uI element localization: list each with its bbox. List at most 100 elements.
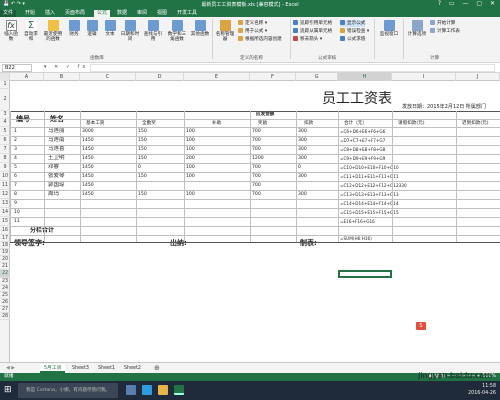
sheet-tab[interactable]: Sheet1: [94, 364, 119, 373]
employee-name[interactable]: 张爱琴: [48, 173, 65, 180]
base-salary-cell[interactable]: 1450: [82, 191, 94, 198]
sub-header[interactable]: 迟到扣款(元): [462, 120, 489, 127]
row-header[interactable]: 3: [0, 111, 10, 119]
row-header[interactable]: 9: [0, 163, 10, 172]
header-gross-pay[interactable]: 应发金额: [256, 111, 274, 118]
column-header[interactable]: G: [296, 73, 338, 81]
row-header[interactable]: 19: [0, 249, 10, 256]
attendance-bonus-cell[interactable]: 150: [138, 191, 147, 198]
row-header[interactable]: 23: [0, 278, 10, 285]
row-header[interactable]: 17: [0, 235, 10, 242]
row-header[interactable]: 15: [0, 217, 10, 226]
row-header[interactable]: 22: [0, 270, 10, 278]
employee-name[interactable]: 马莲丽: [48, 128, 65, 135]
column-header-selected[interactable]: H: [338, 73, 392, 81]
total-formula-cell[interactable]: =D7+C7+E7+F7+G7: [340, 137, 385, 144]
column-header[interactable]: E: [184, 73, 250, 81]
name-box[interactable]: B22: [2, 64, 32, 72]
tab-data[interactable]: 数据: [114, 10, 130, 17]
row-header[interactable]: 1: [0, 81, 10, 89]
sub-header[interactable]: 基本工资: [86, 120, 104, 127]
row-header[interactable]: 26: [0, 299, 10, 306]
window-controls[interactable]: ? ▭ — ▢ ✕: [438, 0, 498, 7]
employee-number[interactable]: 8: [14, 191, 17, 198]
row-header[interactable]: 4: [0, 119, 10, 127]
attendance-bonus-cell[interactable]: 150: [138, 155, 147, 162]
tab-file[interactable]: 文件: [0, 10, 17, 17]
allowance-cell[interactable]: 100: [186, 164, 195, 171]
total-formula-cell[interactable]: =C13+D13+E13+F13+G13: [340, 191, 399, 198]
row-header[interactable]: 14: [0, 208, 10, 217]
tab-page-layout[interactable]: 页面布局: [62, 10, 88, 17]
tab-view[interactable]: 视图: [154, 10, 170, 17]
trace-dependents-button[interactable]: 追踪从属单元格: [293, 28, 332, 35]
row-header[interactable]: 13: [0, 199, 10, 208]
file-explorer-icon[interactable]: [158, 385, 168, 395]
employee-number[interactable]: 4: [14, 155, 17, 162]
base-salary-cell[interactable]: 1450: [82, 182, 94, 189]
evaluate-formula-button[interactable]: 公式求值: [340, 36, 365, 43]
calculate-now-button[interactable]: 开始计算: [430, 20, 455, 27]
sheet-title[interactable]: 员工工资表: [322, 90, 392, 108]
deduction-cell[interactable]: 300: [298, 137, 307, 144]
autosum-button[interactable]: Σ 自动求和: [22, 20, 40, 42]
tab-home[interactable]: 开始: [22, 10, 38, 17]
worksheet-grid[interactable]: A B C D E F G H I J 1 2 3 4 5 6 7 8 9 10 11 12 13 14 1…: [0, 73, 500, 362]
allowance-cell[interactable]: 100: [186, 173, 195, 180]
base-salary-cell[interactable]: 1450: [82, 173, 94, 180]
employee-name[interactable]: 郭国琼: [48, 182, 65, 189]
total-formula-cell[interactable]: =E16+F16+G16: [340, 218, 375, 225]
calc-options-button[interactable]: 计算选项: [406, 20, 428, 37]
row-header[interactable]: 16: [0, 226, 10, 235]
date-time-button[interactable]: 日期和时间: [120, 20, 140, 42]
sub-header[interactable]: 全勤奖: [142, 120, 156, 127]
select-all-corner[interactable]: [0, 73, 10, 81]
employee-name[interactable]: 周玛: [48, 191, 59, 198]
name-manager-button[interactable]: 名称管理器: [215, 20, 235, 42]
attendance-bonus-cell[interactable]: 150: [138, 173, 147, 180]
task-view-icon[interactable]: [126, 385, 136, 395]
bonus-cell[interactable]: 700: [252, 182, 261, 189]
employee-number[interactable]: 2: [14, 137, 17, 144]
define-name-button[interactable]: 定义名称 ▾: [238, 20, 267, 27]
row-header[interactable]: 21: [0, 263, 10, 270]
sheet-tab[interactable]: Sheet3: [68, 364, 93, 373]
bonus-cell[interactable]: 700: [252, 191, 261, 198]
error-checking-button[interactable]: 错误检查 ▾: [340, 28, 369, 35]
deduction-cell[interactable]: 300: [298, 155, 307, 162]
allowance-cell[interactable]: 100: [186, 146, 195, 153]
pay-date-label[interactable]: 发放日期：2015年2月12日 所属部门: [402, 104, 486, 111]
row-header[interactable]: 10: [0, 172, 10, 181]
employee-number[interactable]: 7: [14, 182, 17, 189]
column-header[interactable]: F: [250, 73, 296, 81]
total-formula-cell[interactable]: =C15+D15+E15+F15+G15: [340, 209, 399, 216]
active-cell-highlight[interactable]: [338, 270, 392, 278]
sub-header[interactable]: 请假扣款(元): [398, 120, 425, 127]
cortana-search-box[interactable]: 我是 Cortana，小娜。有问题尽管问我。: [18, 383, 118, 398]
formula-input[interactable]: [90, 64, 495, 72]
calculate-sheet-button[interactable]: 计算工作表: [430, 28, 460, 35]
base-salary-cell[interactable]: 1450: [82, 146, 94, 153]
text-button[interactable]: 文本: [102, 20, 118, 37]
column-header[interactable]: D: [136, 73, 184, 81]
sub-header[interactable]: 扣款: [304, 120, 313, 127]
row-header[interactable]: 6: [0, 136, 10, 145]
deduction-cell[interactable]: 300: [298, 191, 307, 198]
more-functions-button[interactable]: 其他函数: [190, 20, 210, 37]
insert-function-button[interactable]: fx 插入函数: [2, 20, 20, 42]
allowance-cell[interactable]: 100: [186, 191, 195, 198]
base-salary-cell[interactable]: 1450: [82, 137, 94, 144]
tab-insert[interactable]: 插入: [42, 10, 58, 17]
math-trig-button[interactable]: 数学和三角函数: [166, 20, 188, 42]
attendance-bonus-cell[interactable]: 0: [138, 164, 141, 171]
deduction-cell[interactable]: 300: [298, 173, 307, 180]
attendance-bonus-cell[interactable]: 150: [138, 137, 147, 144]
row-header[interactable]: 5: [0, 127, 10, 136]
tab-developer[interactable]: 开发工具: [174, 10, 200, 17]
total-formula-cell[interactable]: =C8+D8+E8+F8+G8: [340, 146, 385, 153]
column-header[interactable]: I: [392, 73, 456, 81]
employee-number[interactable]: 5: [14, 164, 17, 171]
bonus-cell[interactable]: 700: [252, 173, 261, 180]
column-header[interactable]: C: [80, 73, 136, 81]
base-salary-cell[interactable]: 3000: [82, 128, 94, 135]
